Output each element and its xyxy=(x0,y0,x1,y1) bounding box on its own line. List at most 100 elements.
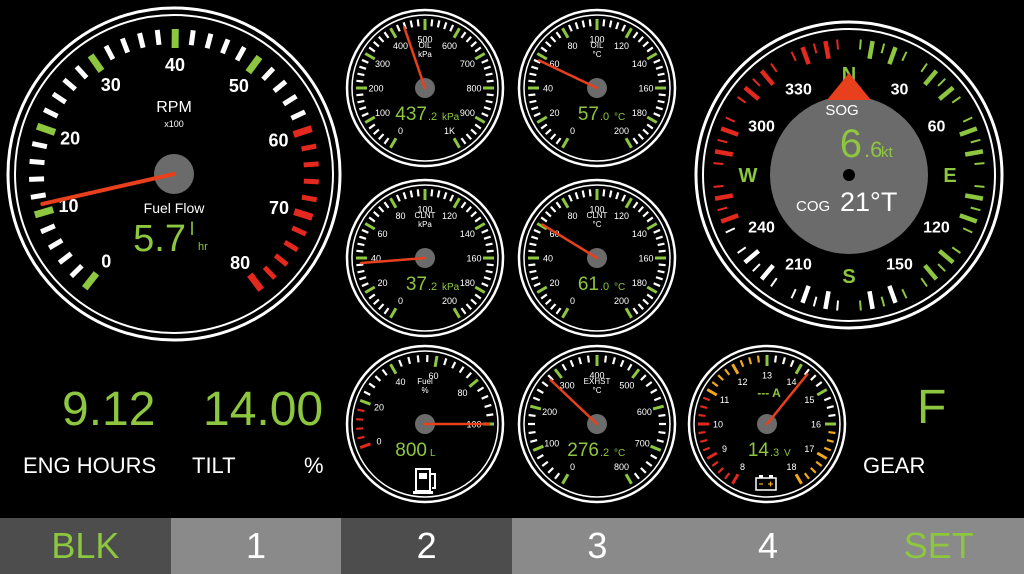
rpm-minor-tick xyxy=(29,176,45,182)
gauge-minor-tick xyxy=(357,242,365,247)
gauge-tick-label: 160 xyxy=(638,84,653,94)
gauge-minor-tick xyxy=(588,19,592,27)
gauge-readout-value: 61 xyxy=(578,274,599,295)
compass-label: 30 xyxy=(891,82,909,99)
gauge-minor-tick xyxy=(416,189,420,197)
tab-page-4[interactable]: 4 xyxy=(682,518,854,574)
gauge-minor-tick xyxy=(529,99,537,104)
fuel-flow-value: 5.7 xyxy=(133,218,186,260)
gauge-tick-label: 400 xyxy=(393,41,408,51)
compass-tick xyxy=(714,149,734,157)
rpm-minor-tick xyxy=(188,29,196,46)
gauge-tick-label: 700 xyxy=(635,438,650,448)
rpm-gauge: 01020304050607080 RPM x100 Fuel Flow 5.7… xyxy=(6,6,342,342)
gauge-minor-tick xyxy=(529,242,537,247)
tab-page-2[interactable]: 2 xyxy=(341,518,513,574)
gauge-tick-label: 11 xyxy=(720,395,729,405)
gauge-minor-tick xyxy=(658,263,666,267)
gauge-readout-unit: kPa xyxy=(442,282,460,293)
gauge-minor-tick xyxy=(416,355,420,363)
rpm-multiplier: x100 xyxy=(164,119,184,129)
amps-readout: --- A xyxy=(757,386,781,400)
compass-hub xyxy=(843,169,855,181)
gauge-unit-label: % xyxy=(421,386,428,395)
sog-value: 6 xyxy=(840,122,862,166)
gauge-tick-label: 200 xyxy=(614,126,629,136)
gear-label: GEAR xyxy=(863,453,926,478)
gauge-minor-tick xyxy=(828,431,836,435)
gauge-tick-label: 40 xyxy=(395,377,405,387)
gauge-tick-label: 20 xyxy=(374,403,384,413)
gauge-readout-value: 800 xyxy=(395,440,427,461)
gauge-label: CLNT xyxy=(415,211,436,220)
gauge-major-tick xyxy=(433,355,439,368)
gauge-tick-label: 80 xyxy=(567,211,577,221)
tab-set[interactable]: SET xyxy=(853,518,1024,574)
gauge-readout-fraction: .2 xyxy=(428,281,437,293)
gauge-tick-label: 600 xyxy=(637,407,652,417)
gauge-tick-label: 80 xyxy=(395,211,405,221)
gauge-tick-label: 600 xyxy=(442,41,457,51)
gauge-tick-label: 180 xyxy=(632,108,647,118)
gauge-minor-tick xyxy=(581,190,586,198)
oil-temp-gauge: 020406080100120140160180200OIL°C57.0 °C xyxy=(517,8,677,168)
compass-tick xyxy=(867,290,875,310)
tab-page-1[interactable]: 1 xyxy=(170,518,342,574)
rpm-tick-label: 40 xyxy=(165,55,185,75)
gauge-unit-label: °C xyxy=(593,220,602,229)
gauge-tick-label: 80 xyxy=(458,388,468,398)
gauge-tick-label: 14 xyxy=(786,377,796,387)
gauge-tick-label: 140 xyxy=(460,229,475,239)
gauge-tick-label: 120 xyxy=(614,211,629,221)
gauge-label: OIL xyxy=(419,41,432,50)
gauge-tick-label: 140 xyxy=(632,229,647,239)
fuel-flow-label: Fuel Flow xyxy=(144,200,206,216)
gauge-minor-tick xyxy=(486,263,494,267)
compass-label: 150 xyxy=(886,256,913,273)
gauge-readout-unit: °C xyxy=(614,282,625,293)
compass-label: W xyxy=(739,165,758,187)
gauge-minor-tick xyxy=(657,269,665,274)
exhaust-temp-gauge: 0100200300400500600700800EXHST°C276.2 °C xyxy=(517,344,677,504)
compass-minor-tick xyxy=(858,39,862,50)
compass-minor-tick xyxy=(713,162,724,166)
gauge-minor-tick xyxy=(356,263,364,267)
gauge-minor-tick xyxy=(602,19,606,27)
gauge-tick-label: 100 xyxy=(544,438,559,448)
gauge-tick-label: 17 xyxy=(804,444,814,454)
sog-fraction: .6 xyxy=(864,137,882,162)
gauge-tick-label: 20 xyxy=(550,108,560,118)
voltage-gauge: 89101112131415161718--- A14.3 V xyxy=(687,344,847,504)
gauge-minor-tick xyxy=(485,99,493,104)
gauge-minor-tick xyxy=(528,413,536,417)
tab-page-3[interactable]: 3 xyxy=(512,518,683,574)
gauge-tick-label: 120 xyxy=(442,211,457,221)
gauge-tick-label: 20 xyxy=(378,278,388,288)
gauge-minor-tick xyxy=(356,249,364,253)
rpm-minor-tick xyxy=(30,192,47,200)
tab-blk[interactable]: BLK xyxy=(0,518,171,574)
gauge-tick-label: 8 xyxy=(740,462,745,472)
fuel-flow-unit-top: l xyxy=(190,219,194,239)
gauge-readout-fraction: .2 xyxy=(428,111,437,123)
compass-tick xyxy=(964,149,984,157)
gauge-minor-tick xyxy=(486,79,494,83)
rpm-tick-label: 80 xyxy=(230,253,250,273)
gauge-minor-tick xyxy=(828,413,836,417)
gauge-tick-label: 20 xyxy=(550,278,560,288)
gauge-minor-tick xyxy=(657,242,665,247)
gauge-minor-tick xyxy=(357,72,365,77)
gauge-tick-label: 200 xyxy=(442,296,457,306)
gauge-label: OIL xyxy=(591,41,604,50)
gauge-minor-tick xyxy=(486,413,494,417)
gauge-tick-label: 40 xyxy=(543,84,553,94)
gauge-minor-tick xyxy=(658,431,666,435)
compass-minor-tick xyxy=(858,300,862,311)
gauge-label: EXHST xyxy=(584,377,611,386)
gauge-minor-tick xyxy=(486,249,494,253)
gauge-minor-tick xyxy=(581,20,586,28)
gauge-minor-tick xyxy=(357,408,365,413)
gauge-minor-tick xyxy=(774,355,778,363)
rpm-tick-label: 20 xyxy=(60,129,80,149)
gauge-minor-tick xyxy=(658,249,666,253)
